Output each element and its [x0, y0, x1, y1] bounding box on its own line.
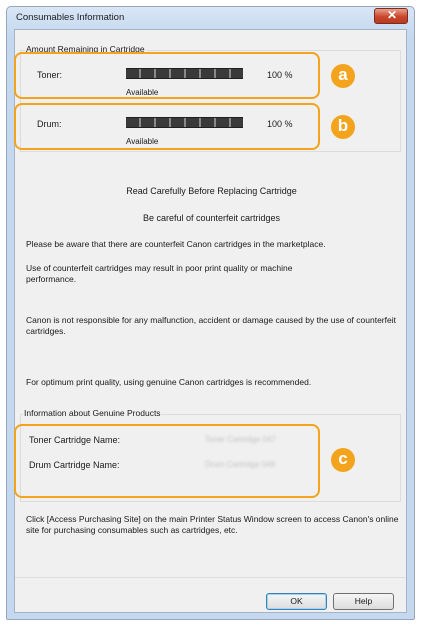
- notice-paragraph-1: Please be aware that there are counterfe…: [26, 239, 326, 249]
- callout-badge-c: c: [331, 448, 355, 472]
- callout-frame-b: [14, 103, 320, 150]
- help-button[interactable]: Help: [333, 593, 394, 610]
- notice-paragraph-3: Canon is not responsible for any malfunc…: [26, 315, 396, 336]
- close-icon: ✕: [387, 8, 398, 22]
- callout-frame-a: [14, 52, 320, 99]
- notice-subheading: Be careful of counterfeit cartridges: [142, 213, 281, 223]
- footer-instruction: Click [Access Purchasing Site] on the ma…: [26, 514, 399, 535]
- callout-badge-a: a: [331, 64, 355, 88]
- footer-separator: [15, 577, 406, 578]
- close-button[interactable]: ✕: [374, 8, 408, 24]
- notice-heading: Read Carefully Before Replacing Cartridg…: [126, 186, 297, 196]
- notice-paragraph-4: For optimum print quality, using genuine…: [26, 377, 312, 387]
- callout-frame-c: [14, 424, 320, 498]
- genuine-group-label: Information about Genuine Products: [23, 408, 162, 418]
- title-bar[interactable]: Consumables Information ✕: [7, 7, 414, 29]
- window-title: Consumables Information: [16, 12, 125, 23]
- ok-button[interactable]: OK: [266, 593, 327, 610]
- notice-paragraph-2: Use of counterfeit cartridges may result…: [26, 263, 293, 284]
- callout-badge-b: b: [331, 115, 355, 139]
